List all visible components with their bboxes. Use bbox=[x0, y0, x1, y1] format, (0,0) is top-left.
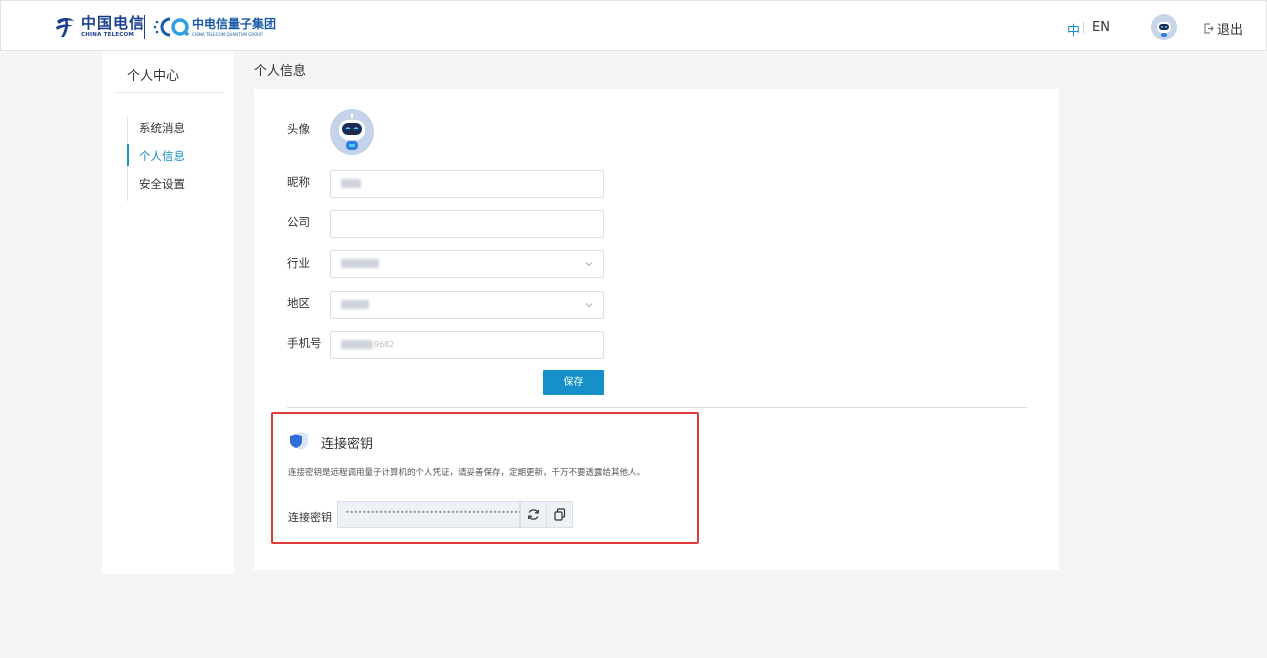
region-label: 地区 bbox=[287, 296, 310, 310]
logout-label: 退出 bbox=[1217, 23, 1244, 38]
sidebar-item-security-settings[interactable]: 安全设置 bbox=[139, 176, 185, 192]
sidebar-active-indicator bbox=[127, 144, 129, 166]
industry-label: 行业 bbox=[287, 256, 310, 270]
save-button[interactable]: 保存 bbox=[543, 370, 604, 395]
key-section-description: 连接密钥是远程调用量子计算机的个人凭证，请妥善保存，定期更新，千万不要透露给其他… bbox=[288, 468, 646, 478]
sidebar-title: 个人中心 bbox=[127, 69, 180, 84]
language-zh-option[interactable]: 中 bbox=[1067, 20, 1080, 39]
refresh-key-button[interactable] bbox=[520, 501, 547, 528]
industry-select[interactable] bbox=[330, 250, 604, 278]
section-divider bbox=[287, 407, 1027, 408]
copy-key-button[interactable] bbox=[546, 501, 573, 528]
group-name-en: CHINA TELECOM QUANTUM GROUP bbox=[192, 31, 263, 37]
robot-avatar-icon bbox=[1157, 22, 1171, 37]
robot-avatar-icon bbox=[339, 113, 365, 150]
key-field-label: 连接密钥 bbox=[288, 511, 332, 524]
profile-card: 头像 昵称 公司 行业 地区 手机号 9682 保存 连接密钥 连接密钥是远程调… bbox=[254, 89, 1059, 570]
header-avatar[interactable] bbox=[1151, 14, 1177, 40]
region-select[interactable] bbox=[330, 291, 604, 319]
nickname-input[interactable] bbox=[330, 170, 604, 198]
sidebar-item-personal-info[interactable]: 个人信息 bbox=[139, 148, 185, 164]
language-divider bbox=[1083, 22, 1084, 33]
logo-divider bbox=[144, 15, 145, 39]
refresh-icon bbox=[527, 509, 540, 520]
quantum-group-logo[interactable]: 中电信量子集团 CHINA TELECOM QUANTUM GROUP bbox=[152, 14, 276, 40]
avatar-label: 头像 bbox=[287, 122, 310, 136]
industry-value bbox=[341, 258, 379, 269]
phone-label: 手机号 bbox=[287, 336, 322, 350]
quantum-group-logo-icon bbox=[153, 17, 190, 37]
chevron-down-icon bbox=[585, 303, 593, 308]
phone-input[interactable]: 9682 bbox=[330, 331, 604, 359]
sidebar-item-system-messages[interactable]: 系统消息 bbox=[139, 120, 185, 136]
language-en-option[interactable]: EN bbox=[1092, 20, 1110, 35]
nickname-value bbox=[341, 178, 361, 189]
brand-name-en: CHINA TELECOM bbox=[81, 31, 135, 38]
chevron-down-icon bbox=[585, 262, 593, 267]
phone-suffix: 9682 bbox=[374, 340, 395, 349]
company-input[interactable] bbox=[330, 210, 604, 238]
region-value bbox=[341, 299, 369, 310]
key-section-title: 连接密钥 bbox=[321, 437, 374, 452]
phone-value: 9682 bbox=[341, 339, 394, 350]
profile-avatar[interactable] bbox=[330, 109, 374, 155]
connection-key-section: 连接密钥 连接密钥是远程调用量子计算机的个人凭证，请妥善保存，定期更新，千万不要… bbox=[271, 412, 699, 544]
sidebar-nav: 系统消息 个人信息 安全设置 bbox=[127, 117, 207, 201]
connection-key-field[interactable]: ••••••••••••••••••••••••••••••••••••••••… bbox=[337, 501, 527, 528]
sidebar: 个人中心 系统消息 个人信息 安全设置 bbox=[102, 51, 234, 574]
logout-icon bbox=[1204, 23, 1214, 34]
logout-button[interactable]: 退出 bbox=[1204, 19, 1243, 38]
nickname-label: 昵称 bbox=[287, 175, 310, 189]
group-name-cn: 中电信量子集团 bbox=[192, 16, 277, 31]
copy-icon bbox=[554, 508, 566, 521]
sidebar-divider bbox=[115, 92, 223, 93]
china-telecom-logo[interactable]: 中国电信 CHINA TELECOM bbox=[53, 12, 145, 42]
connection-key-value: ••••••••••••••••••••••••••••••••••••••••… bbox=[345, 508, 527, 517]
top-header: 中国电信 CHINA TELECOM 中电信量子集团 CHINA TELECOM… bbox=[0, 0, 1267, 51]
china-telecom-logo-icon bbox=[56, 18, 74, 37]
company-label: 公司 bbox=[287, 215, 310, 229]
brand-name-cn: 中国电信 bbox=[81, 13, 146, 32]
shield-icon bbox=[290, 432, 308, 450]
page-title: 个人信息 bbox=[254, 64, 307, 79]
